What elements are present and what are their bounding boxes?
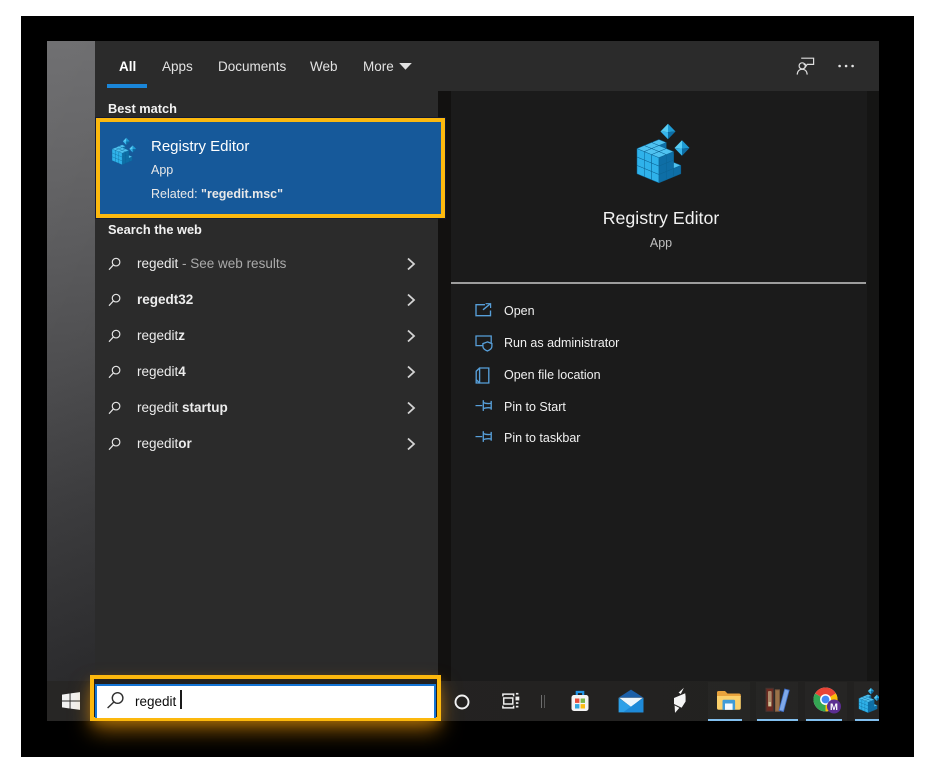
svg-text:M: M: [830, 702, 838, 713]
